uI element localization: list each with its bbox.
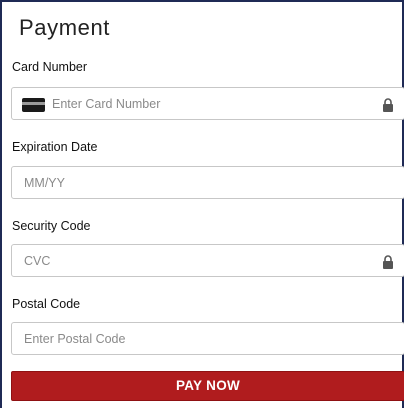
card-number-field[interactable]: Enter Card Number <box>11 87 404 120</box>
expiration-date-field[interactable]: MM/YY <box>11 166 404 199</box>
credit-card-icon <box>22 98 45 112</box>
expiration-date-label: Expiration Date <box>12 140 98 154</box>
postal-code-placeholder: Enter Postal Code <box>24 332 126 346</box>
payment-form: Payment Card Number Enter Card Number Ex… <box>0 0 404 408</box>
form-title: Payment <box>19 15 111 40</box>
security-code-placeholder: CVC <box>24 254 51 268</box>
security-code-field[interactable]: CVC <box>11 244 404 277</box>
security-code-label: Security Code <box>12 219 91 233</box>
lock-icon <box>383 98 393 112</box>
expiration-date-placeholder: MM/YY <box>24 176 65 190</box>
lock-icon <box>383 255 393 269</box>
postal-code-field[interactable]: Enter Postal Code <box>11 322 404 355</box>
postal-code-label: Postal Code <box>12 297 81 311</box>
pay-now-button[interactable]: PAY NOW <box>11 371 404 401</box>
card-number-placeholder: Enter Card Number <box>52 97 161 111</box>
card-number-label: Card Number <box>12 60 88 74</box>
